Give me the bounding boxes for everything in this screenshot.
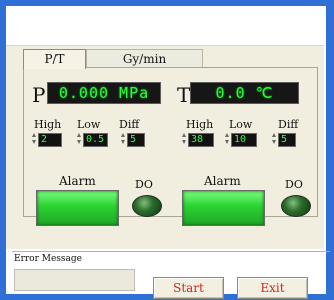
exit-button[interactable]: Exit	[237, 277, 308, 299]
arrow-up-icon[interactable]	[225, 133, 229, 137]
arrow-down-icon[interactable]	[182, 140, 186, 144]
temperature-low-spinner[interactable]	[225, 132, 230, 145]
pressure-high-label: High	[34, 118, 62, 131]
temperature-low-field[interactable]: 10	[231, 133, 257, 147]
temperature-alarm-indicator	[182, 190, 265, 226]
pressure-low-label: Low	[77, 118, 101, 131]
temperature-label: T	[177, 83, 191, 107]
arrow-up-icon[interactable]	[77, 133, 81, 137]
pressure-diff-field[interactable]: 5	[127, 133, 145, 147]
bottom-bar: Error Message Start Exit	[12, 251, 330, 299]
pressure-display: 0.000 MPa	[47, 82, 161, 104]
arrow-down-icon[interactable]	[272, 140, 276, 144]
pressure-diff-spinner[interactable]	[121, 132, 126, 145]
arrow-up-icon[interactable]	[32, 133, 36, 137]
temperature-high-field[interactable]: 38	[188, 133, 214, 147]
arrow-down-icon[interactable]	[32, 140, 36, 144]
temperature-do-led-icon	[281, 195, 311, 217]
temperature-display: 0.0 ℃	[190, 82, 299, 104]
pt-panel: P 0.000 MPa High Low Diff 2 0.5 5 Alarm …	[23, 67, 318, 226]
pressure-label: P	[32, 83, 46, 107]
error-message-label: Error Message	[14, 254, 82, 264]
pressure-alarm-indicator	[36, 190, 119, 226]
temperature-high-label: High	[186, 118, 214, 131]
pressure-low-spinner[interactable]	[77, 132, 82, 145]
temperature-alarm-label: Alarm	[204, 174, 241, 188]
temperature-low-label: Low	[229, 118, 253, 131]
temperature-do-label: DO	[285, 178, 303, 191]
start-button[interactable]: Start	[153, 277, 224, 299]
temperature-diff-field[interactable]: 5	[278, 133, 296, 147]
arrow-up-icon[interactable]	[182, 133, 186, 137]
temperature-diff-label: Diff	[278, 118, 299, 131]
temperature-high-spinner[interactable]	[182, 132, 187, 145]
tab-pt[interactable]: P/T	[23, 49, 86, 69]
pressure-high-spinner[interactable]	[32, 132, 37, 145]
error-message-box	[14, 269, 135, 291]
arrow-down-icon[interactable]	[225, 140, 229, 144]
arrow-up-icon[interactable]	[272, 133, 276, 137]
arrow-up-icon[interactable]	[121, 133, 125, 137]
arrow-down-icon[interactable]	[77, 140, 81, 144]
tab-gy-min[interactable]: Gy/min	[86, 49, 203, 68]
pressure-diff-label: Diff	[119, 118, 140, 131]
pressure-do-label: DO	[135, 178, 153, 191]
arrow-down-icon[interactable]	[121, 140, 125, 144]
app-panel: P/T Gy/min P 0.000 MPa High Low Diff 2 0…	[6, 45, 330, 299]
temperature-diff-spinner[interactable]	[272, 132, 277, 145]
pressure-alarm-label: Alarm	[59, 174, 96, 188]
pressure-high-field[interactable]: 2	[38, 133, 62, 147]
pressure-do-led-icon	[132, 195, 162, 217]
pressure-low-field[interactable]: 0.5	[83, 133, 108, 147]
